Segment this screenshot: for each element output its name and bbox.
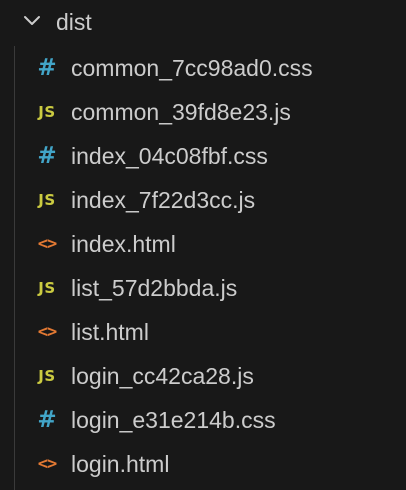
chevron-down-icon[interactable] [22,11,42,31]
js-icon: JS [38,279,56,297]
file-label: index_04c08fbf.css [71,143,268,169]
file-row[interactable]: JS common_39fd8e23.js [0,90,406,134]
folder-label: dist [56,9,92,35]
file-row[interactable]: <> list.html [0,310,406,354]
html-icon: <> [37,234,57,254]
file-label: list_57d2bbda.js [71,275,238,301]
hash-icon: # [37,407,57,433]
file-label: index_7f22d3cc.js [71,187,256,213]
file-row[interactable]: JS list_57d2bbda.js [0,266,406,310]
file-row[interactable]: JS index_7f22d3cc.js [0,178,406,222]
file-label: login_cc42ca28.js [71,363,254,389]
file-label: common_39fd8e23.js [71,99,291,125]
file-label: login_e31e214b.css [71,407,276,433]
js-icon: JS [38,103,56,121]
js-icon: JS [38,191,56,209]
file-row[interactable]: <> index.html [0,222,406,266]
html-icon: <> [37,454,57,474]
file-explorer: dist # common_7cc98ad0.css JS common_39fd8e… [0,0,406,490]
hash-icon: # [37,143,57,169]
folder-dist[interactable]: dist [0,0,406,46]
file-row[interactable]: # common_7cc98ad0.css [0,46,406,90]
file-label: index.html [71,231,176,257]
file-row[interactable]: JS login_cc42ca28.js [0,354,406,398]
file-label: list.html [71,319,149,345]
file-label: login.html [71,451,170,477]
hash-icon: # [37,55,57,81]
file-label: common_7cc98ad0.css [71,55,313,81]
file-row[interactable]: # login_e31e214b.css [0,398,406,442]
file-row[interactable]: # index_04c08fbf.css [0,134,406,178]
js-icon: JS [38,367,56,385]
file-row[interactable]: <> login.html [0,442,406,486]
html-icon: <> [37,322,57,342]
